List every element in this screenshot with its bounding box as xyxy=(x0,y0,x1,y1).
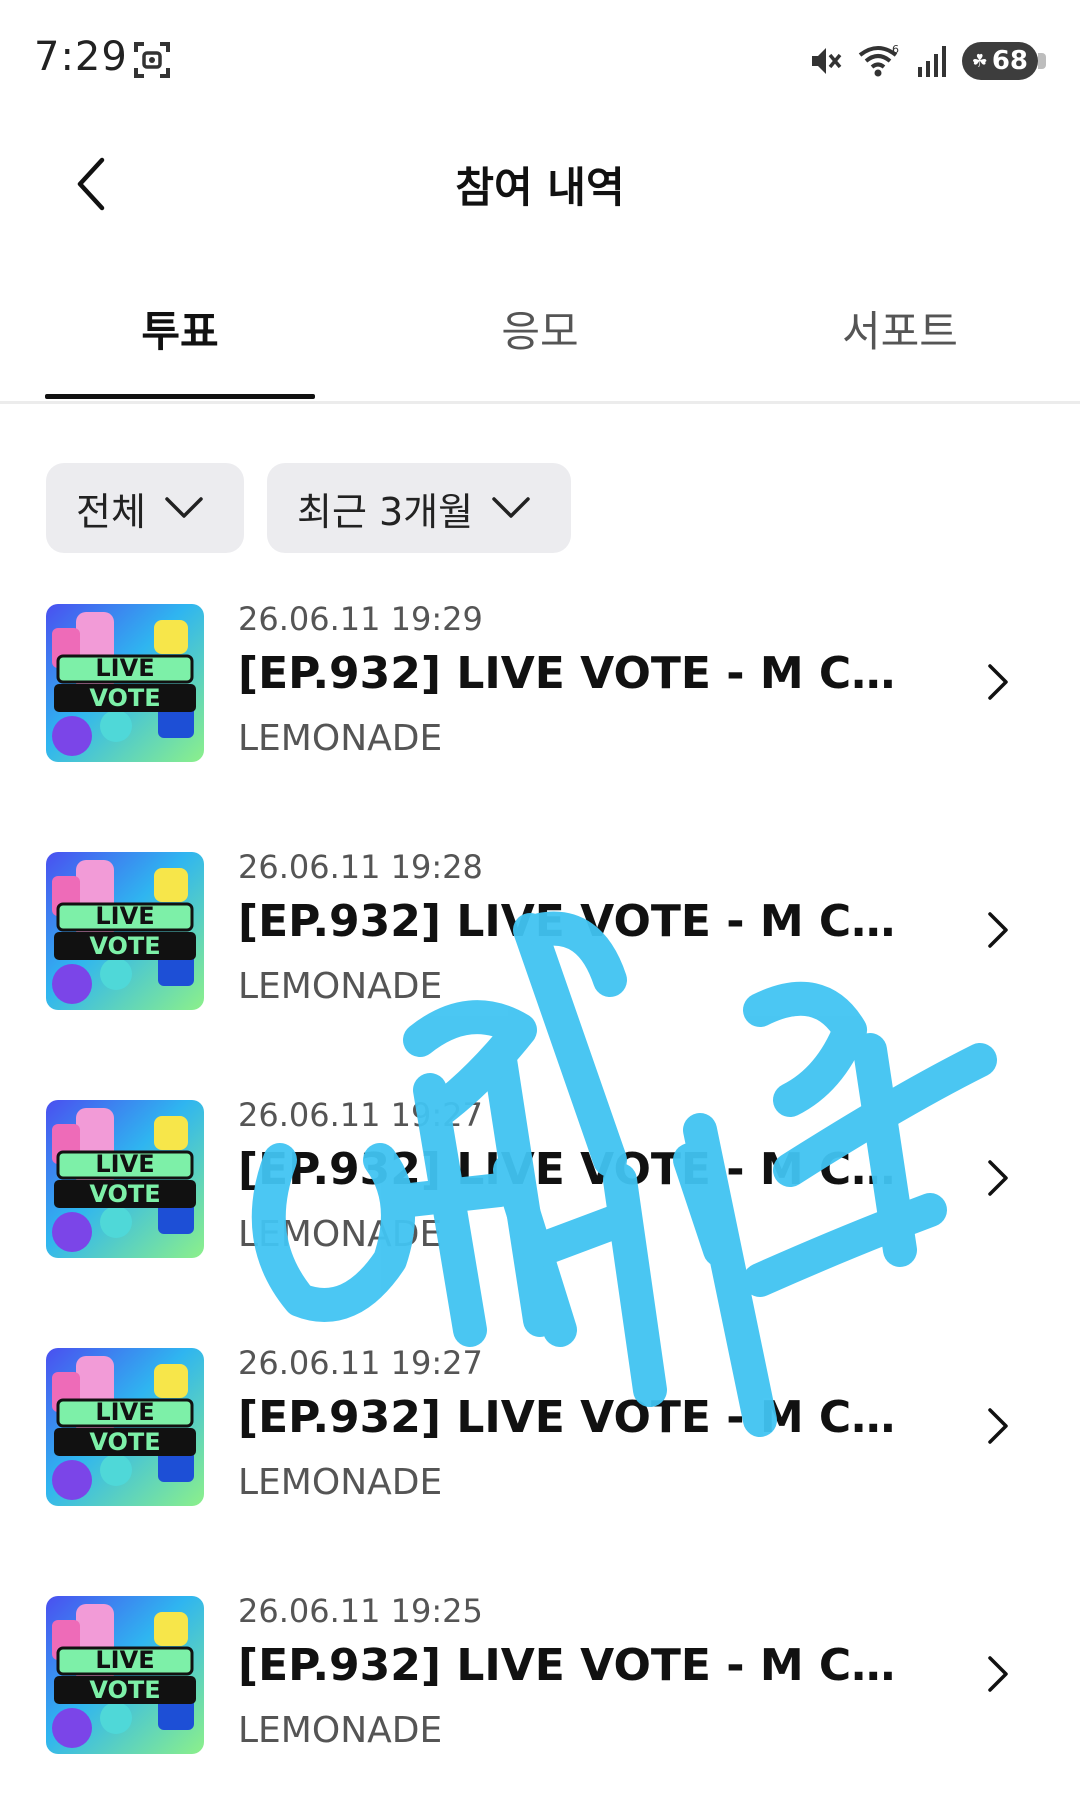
tab-bar: 투표 응모 서포트 xyxy=(0,276,1080,404)
period-filter-dropdown[interactable]: 최근 3개월 xyxy=(267,463,571,553)
chevron-right-icon xyxy=(988,664,1008,700)
chevron-right-icon xyxy=(988,1408,1008,1444)
period-filter-label: 최근 3개월 xyxy=(297,489,474,534)
item-date: 26.06.11 19:27 xyxy=(238,1096,483,1134)
list-item[interactable]: LIVE VOTE 26.06.11 19:29 [EP.932] LIVE V… xyxy=(0,600,1080,800)
live-vote-thumbnail-art: LIVE VOTE xyxy=(46,1100,204,1258)
svg-text:LIVE: LIVE xyxy=(95,902,154,930)
tab-vote[interactable]: 투표 xyxy=(45,298,315,358)
chevron-down-icon xyxy=(492,497,530,518)
status-icons: 6 ☘ 68 xyxy=(808,38,1046,84)
live-vote-thumbnail: LIVE VOTE xyxy=(46,1348,204,1506)
item-title: [EP.932] LIVE VOTE - M COUNTDOWN xyxy=(238,1640,918,1691)
category-filter-label: 전체 xyxy=(76,489,146,534)
live-vote-thumbnail: LIVE VOTE xyxy=(46,852,204,1010)
chevron-right-icon xyxy=(988,912,1008,948)
item-title: [EP.932] LIVE VOTE - M COUNTDOWN xyxy=(238,648,918,699)
page-title: 참여 내역 xyxy=(455,163,625,212)
status-bar: 7:29 6 ☘ 68 xyxy=(0,0,1080,120)
list-item[interactable]: LIVE VOTE 26.06.11 19:28 [EP.932] LIVE V… xyxy=(0,848,1080,1048)
svg-text:LIVE: LIVE xyxy=(95,1398,154,1426)
chevron-down-icon xyxy=(165,497,203,518)
live-vote-thumbnail-art: LIVE VOTE xyxy=(46,1596,204,1754)
item-artist: LEMONADE xyxy=(238,718,443,759)
live-vote-thumbnail-art: LIVE VOTE xyxy=(46,852,204,1010)
item-artist: LEMONADE xyxy=(238,1214,443,1255)
svg-text:LIVE: LIVE xyxy=(95,1646,154,1674)
chevron-right-icon xyxy=(988,1160,1008,1196)
live-vote-thumbnail-art: LIVE VOTE xyxy=(46,604,204,762)
item-title: [EP.932] LIVE VOTE - M COUNTDOWN xyxy=(238,896,918,947)
signal-icon xyxy=(917,46,946,77)
live-vote-thumbnail-art: LIVE VOTE xyxy=(46,1348,204,1506)
item-artist: LEMONADE xyxy=(238,966,443,1007)
item-date: 26.06.11 19:28 xyxy=(238,848,483,886)
mute-icon xyxy=(811,48,842,74)
wifi-icon: 6 xyxy=(858,43,899,77)
item-artist: LEMONADE xyxy=(238,1462,443,1503)
svg-text:VOTE: VOTE xyxy=(89,1428,160,1456)
item-artist: LEMONADE xyxy=(238,1710,443,1751)
svg-text:VOTE: VOTE xyxy=(89,1676,160,1704)
screenshot-icon xyxy=(134,42,170,78)
battery-icon: ☘ 68 xyxy=(961,42,1046,80)
header: 참여 내역 xyxy=(0,120,1080,250)
live-vote-thumbnail: LIVE VOTE xyxy=(46,604,204,762)
svg-text:VOTE: VOTE xyxy=(89,1180,160,1208)
tab-entry[interactable]: 응모 xyxy=(405,298,675,358)
svg-text:VOTE: VOTE xyxy=(89,684,160,712)
item-date: 26.06.11 19:25 xyxy=(238,1592,483,1630)
battery-level: 68 xyxy=(991,46,1028,76)
live-vote-thumbnail: LIVE VOTE xyxy=(46,1100,204,1258)
status-time: 7:29 xyxy=(34,34,128,80)
active-tab-indicator xyxy=(45,394,315,399)
list-item[interactable]: LIVE VOTE 26.06.11 19:27 [EP.932] LIVE V… xyxy=(0,1096,1080,1296)
svg-text:VOTE: VOTE xyxy=(89,932,160,960)
item-title: [EP.932] LIVE VOTE - M COUNTDOWN xyxy=(238,1144,918,1195)
svg-text:6: 6 xyxy=(892,43,899,56)
list-item[interactable]: LIVE VOTE 26.06.11 19:25 [EP.932] LIVE V… xyxy=(0,1592,1080,1792)
svg-text:LIVE: LIVE xyxy=(95,1150,154,1178)
category-filter-dropdown[interactable]: 전체 xyxy=(46,463,244,553)
leaf-icon: ☘ xyxy=(971,50,988,72)
live-vote-thumbnail: LIVE VOTE xyxy=(46,1596,204,1754)
chevron-right-icon xyxy=(988,1656,1008,1692)
item-date: 26.06.11 19:29 xyxy=(238,600,483,638)
item-title: [EP.932] LIVE VOTE - M COUNTDOWN xyxy=(238,1392,918,1443)
svg-text:LIVE: LIVE xyxy=(95,654,154,682)
tab-support[interactable]: 서포트 xyxy=(765,298,1035,358)
item-date: 26.06.11 19:27 xyxy=(238,1344,483,1382)
list-item[interactable]: LIVE VOTE 26.06.11 19:27 [EP.932] LIVE V… xyxy=(0,1344,1080,1544)
